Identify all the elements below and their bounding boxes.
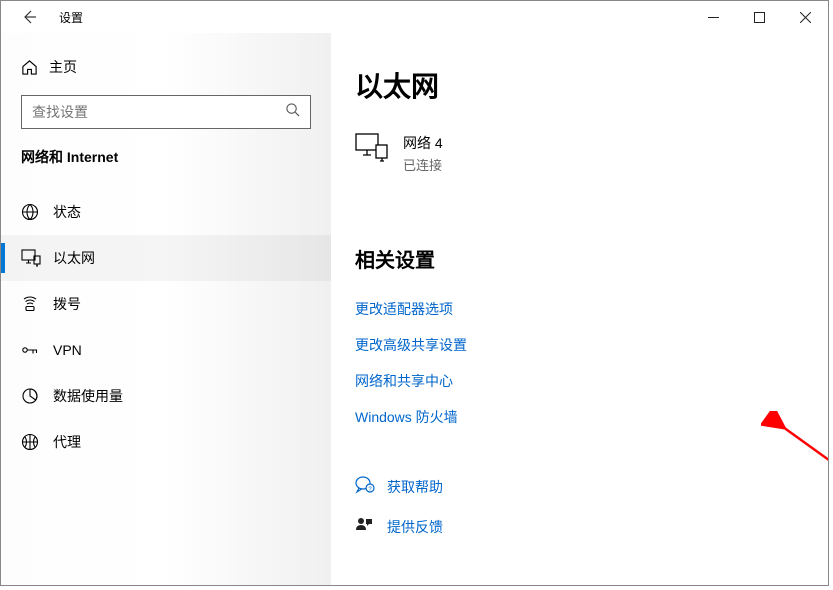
network-texts: 网络 4 已连接	[403, 133, 443, 174]
home-link[interactable]: 主页	[1, 47, 331, 87]
search-input[interactable]	[32, 104, 262, 120]
get-help-link[interactable]: 获取帮助	[387, 473, 443, 501]
window-title: 设置	[59, 9, 83, 26]
sidebar-nav: 状态 以太网 拨号 V	[1, 189, 331, 465]
close-button[interactable]	[782, 1, 828, 33]
sidebar-category: 网络和 Internet	[1, 147, 331, 189]
nav-label: 状态	[53, 202, 81, 222]
maximize-icon	[754, 12, 765, 23]
nav-label: 代理	[53, 432, 81, 452]
home-label: 主页	[49, 57, 77, 77]
window-controls	[690, 1, 828, 33]
ethernet-icon	[21, 249, 53, 267]
search-wrap	[1, 87, 331, 147]
link-network-sharing-center[interactable]: 网络和共享中心	[355, 363, 828, 399]
data-usage-icon	[21, 387, 53, 405]
sidebar-item-dialup[interactable]: 拨号	[1, 281, 331, 327]
search-icon	[285, 102, 300, 122]
sidebar-item-data-usage[interactable]: 数据使用量	[1, 373, 331, 419]
get-help-row[interactable]: ? 获取帮助	[355, 467, 828, 507]
sidebar-item-ethernet[interactable]: 以太网	[1, 235, 331, 281]
nav-label: 以太网	[53, 248, 95, 268]
vpn-icon	[21, 341, 53, 359]
link-windows-firewall[interactable]: Windows 防火墙	[355, 399, 828, 435]
feedback-row[interactable]: 提供反馈	[355, 507, 828, 547]
link-adapter-options[interactable]: 更改适配器选项	[355, 291, 828, 327]
nav-label: 数据使用量	[53, 386, 123, 406]
search-box[interactable]	[21, 95, 311, 129]
titlebar: 设置	[1, 1, 828, 33]
page-title: 以太网	[355, 65, 828, 105]
help-section: ? 获取帮助 提供反馈	[355, 467, 828, 547]
network-adapter-icon	[355, 133, 395, 163]
nav-label: VPN	[53, 342, 82, 358]
link-advanced-sharing[interactable]: 更改高级共享设置	[355, 327, 828, 363]
home-icon	[21, 59, 49, 76]
network-name: 网络 4	[403, 133, 443, 153]
main-content: 以太网 网络 4 已连接 相关设置 更改适配器选项 更改高级共享设置 网络和共享…	[331, 33, 828, 585]
back-button[interactable]	[9, 1, 49, 33]
maximize-button[interactable]	[736, 1, 782, 33]
dialup-icon	[21, 295, 53, 313]
close-icon	[800, 12, 811, 23]
arrow-left-icon	[21, 9, 37, 25]
minimize-icon	[708, 12, 719, 23]
sidebar-item-proxy[interactable]: 代理	[1, 419, 331, 465]
sidebar: 主页 网络和 Internet 状态	[1, 33, 331, 585]
sidebar-item-status[interactable]: 状态	[1, 189, 331, 235]
settings-window: 设置 主页	[0, 0, 829, 586]
nav-label: 拨号	[53, 294, 81, 314]
feedback-icon	[355, 516, 387, 539]
minimize-button[interactable]	[690, 1, 736, 33]
related-settings-title: 相关设置	[355, 244, 828, 273]
globe-icon	[21, 203, 53, 221]
proxy-icon	[21, 433, 53, 451]
help-icon: ?	[355, 476, 387, 499]
sidebar-item-vpn[interactable]: VPN	[1, 327, 331, 373]
feedback-link[interactable]: 提供反馈	[387, 513, 443, 541]
network-status-block[interactable]: 网络 4 已连接	[355, 133, 828, 174]
window-body: 主页 网络和 Internet 状态	[1, 33, 828, 585]
network-status: 已连接	[403, 155, 443, 174]
